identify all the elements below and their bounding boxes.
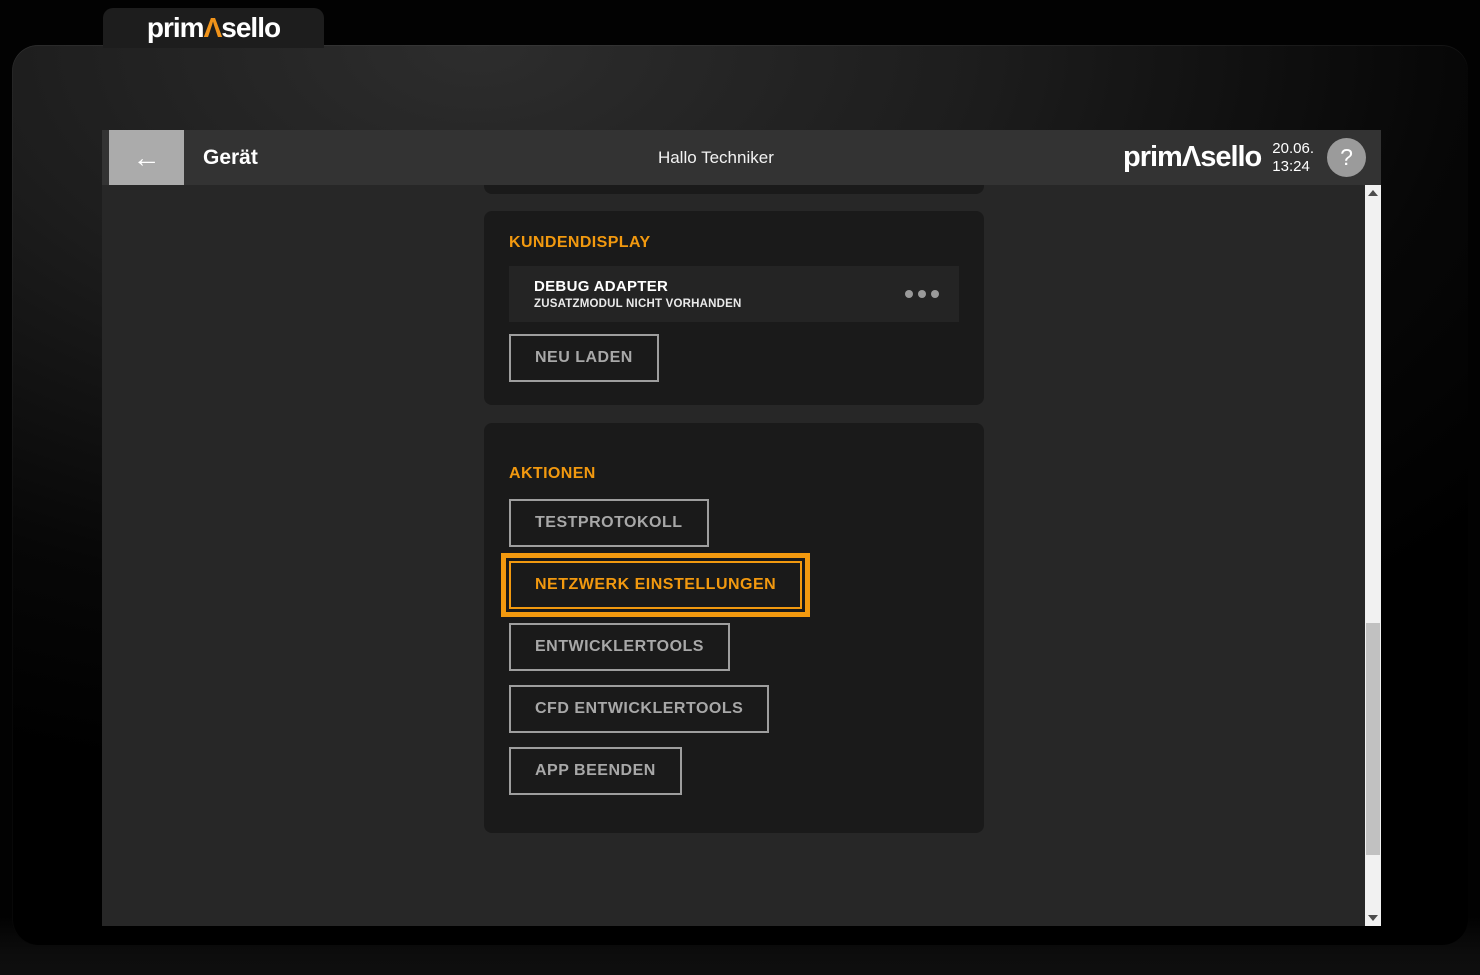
entwicklertools-button[interactable]: ENTWICKLERTOOLS [509,623,730,671]
header-logo-post: sello [1200,141,1261,173]
header-logo-pre: prim [1123,141,1182,173]
app-window: ← Gerät Hallo Techniker primΛsello 20.06… [12,45,1468,945]
header-logo-lambda-icon: Λ [1182,141,1200,173]
action-row: APP BEENDEN [509,747,959,795]
action-row: CFD ENTWICKLERTOOLS [509,685,959,733]
action-row: ENTWICKLERTOOLS [509,623,959,671]
header-right: primΛsello 20.06. 13:24 ? [1123,138,1366,177]
vertical-scrollbar[interactable] [1365,185,1381,926]
cfd-entwicklertools-button[interactable]: CFD ENTWICKLERTOOLS [509,685,769,733]
app-header: ← Gerät Hallo Techniker primΛsello 20.06… [102,130,1381,185]
back-arrow-icon: ← [133,144,161,172]
scroll-down-icon[interactable] [1365,910,1381,926]
card-aktionen: AKTIONEN TESTPROTOKOLL NETZWERK EINSTELL… [484,423,984,833]
greeting-text: Hallo Techniker [658,148,774,168]
app-frame: ← Gerät Hallo Techniker primΛsello 20.06… [102,130,1381,926]
datetime: 20.06. 13:24 [1272,140,1314,175]
brand-logo-pre: prim [147,12,204,43]
brand-logo-lambda-icon: Λ [204,12,222,43]
highlight-wrapper: NETZWERK EINSTELLUNGEN [509,561,802,609]
device-texts: DEBUG ADAPTER ZUSATZMODUL NICHT VORHANDE… [534,278,742,310]
brand-logo: primΛsello [147,14,280,42]
reload-row: NEU LADEN [509,334,959,382]
date-text: 20.06. [1272,140,1314,157]
section-title-aktionen: AKTIONEN [509,465,959,483]
question-mark-icon: ? [1340,144,1353,171]
reload-button[interactable]: NEU LADEN [509,334,659,382]
section-title-kundendisplay: KUNDENDISPLAY [509,234,959,252]
netzwerk-einstellungen-button[interactable]: NETZWERK EINSTELLUNGEN [509,561,802,609]
card-partial-scrolled [484,185,984,194]
card-kundendisplay: KUNDENDISPLAY DEBUG ADAPTER ZUSATZMODUL … [484,211,984,405]
brand-tab: primΛsello [103,8,324,48]
action-row: TESTPROTOKOLL [509,499,959,547]
testprotokoll-button[interactable]: TESTPROTOKOLL [509,499,709,547]
action-row: NETZWERK EINSTELLUNGEN [509,561,959,609]
app-content: KUNDENDISPLAY DEBUG ADAPTER ZUSATZMODUL … [102,185,1381,926]
device-name: DEBUG ADAPTER [534,278,742,295]
brand-logo-post: sello [221,12,280,43]
scrollbar-thumb[interactable] [1366,623,1380,855]
device-row: DEBUG ADAPTER ZUSATZMODUL NICHT VORHANDE… [509,266,959,322]
help-button[interactable]: ? [1327,138,1366,177]
device-status: ZUSATZMODUL NICHT VORHANDEN [534,298,742,310]
scroll-up-icon[interactable] [1365,185,1381,201]
time-text: 13:24 [1272,158,1314,175]
page-title: Gerät [203,146,258,170]
back-button[interactable]: ← [109,130,184,185]
header-logo: primΛsello [1123,143,1261,172]
app-beenden-button[interactable]: APP BEENDEN [509,747,682,795]
overflow-menu-icon[interactable] [903,284,941,304]
